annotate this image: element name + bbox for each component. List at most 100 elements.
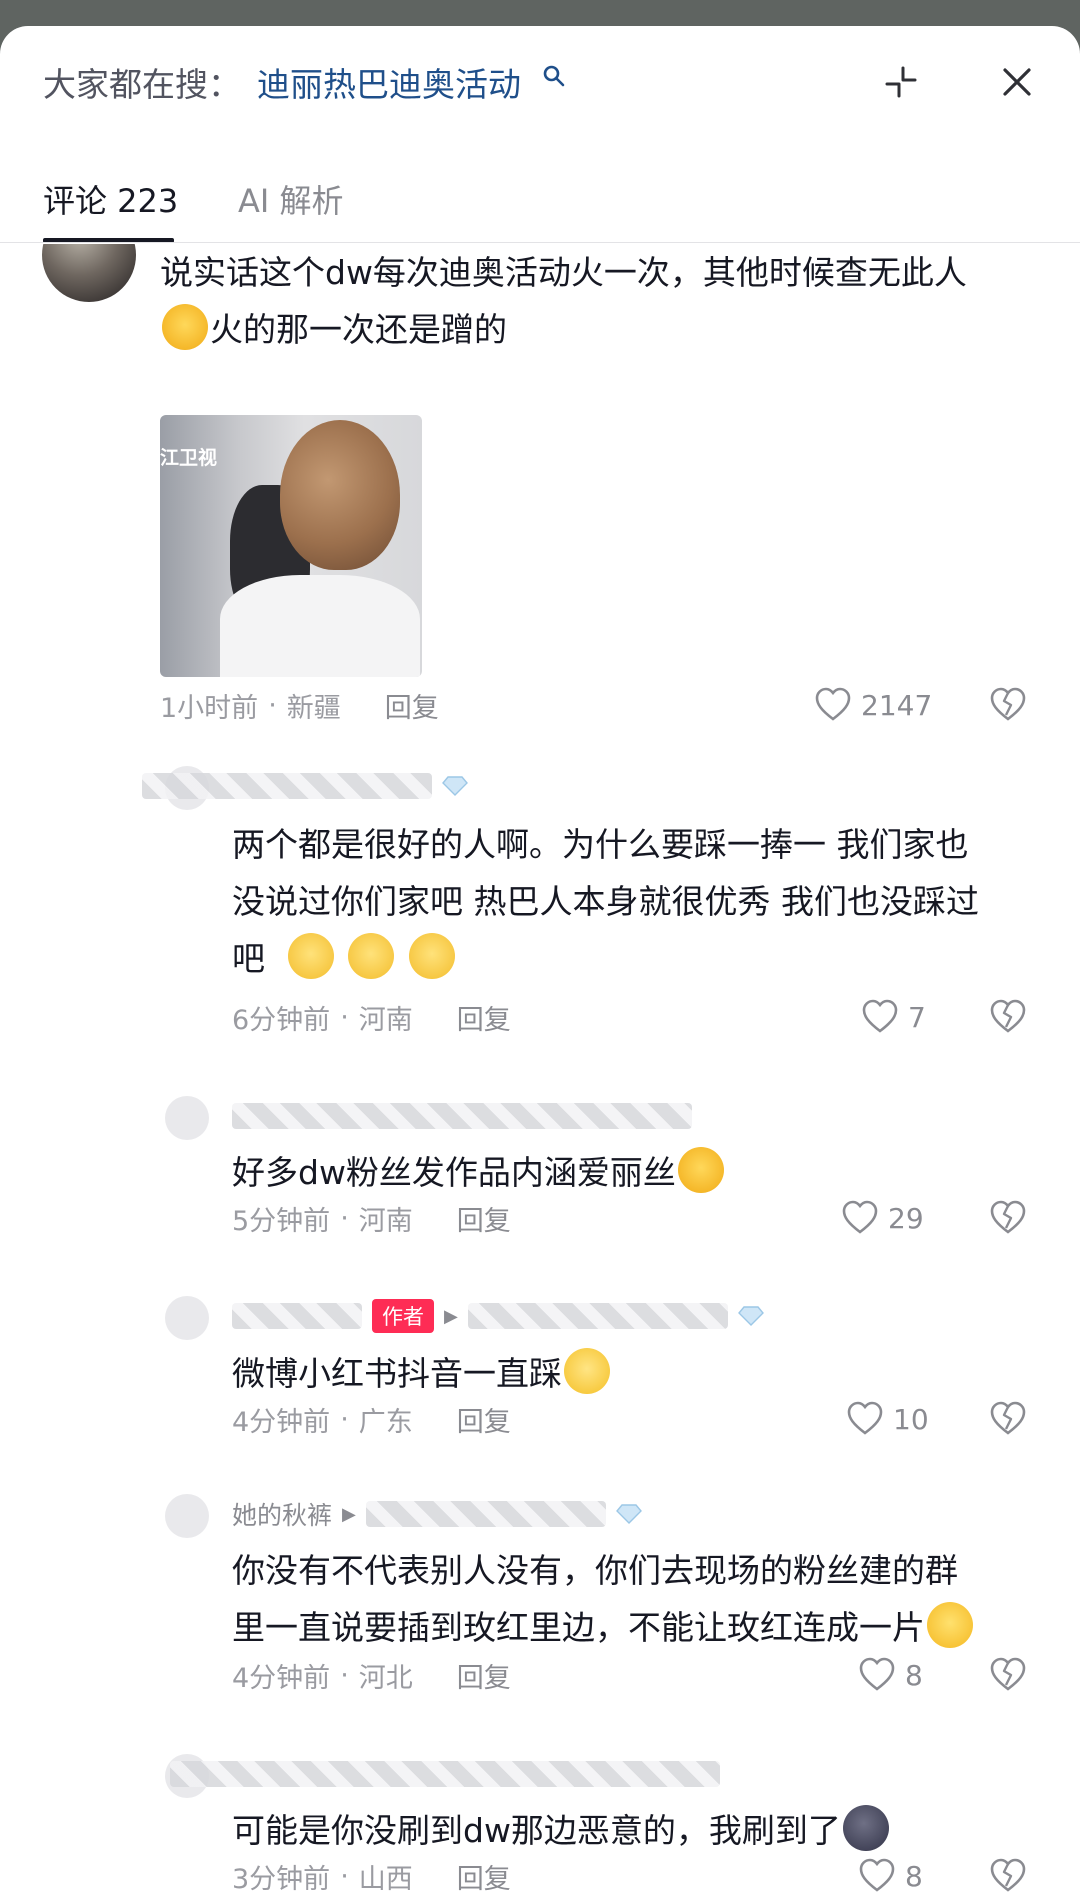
reply-meta: 3分钟前 · 山西 回复 [232, 1857, 511, 1895]
reply-author-row [170, 1757, 720, 1791]
shy-emoji-icon [287, 933, 334, 979]
reply-text: 可能是你没刷到dw那边恶意的，我刷到了 [232, 1802, 891, 1859]
reply-text-line: 微博小红书抖音一直踩 [232, 1354, 562, 1393]
like-button[interactable]: 10 [845, 1399, 929, 1439]
reply-location: 河南 [358, 1004, 413, 1036]
broken-heart-icon[interactable] [988, 1198, 1028, 1238]
image-watermark: 江卫视 [160, 447, 218, 469]
broken-heart-icon[interactable] [988, 1655, 1028, 1695]
reply-arrow-icon: ▶ [342, 1503, 356, 1525]
reply-author-row [142, 769, 468, 803]
like-button[interactable]: 8 [857, 1856, 923, 1895]
username-redacted[interactable] [467, 1303, 728, 1329]
laughing-emoji-icon [677, 1147, 724, 1193]
reply-text-line: 你没有不代表别人没有，你们去现场的粉丝建的群 [232, 1551, 958, 1590]
like-button[interactable]: 29 [840, 1198, 924, 1238]
reply-button[interactable]: 回复 [385, 686, 439, 725]
reply-button[interactable]: 回复 [457, 1400, 511, 1439]
meta-separator: · [340, 1001, 349, 1033]
shy-emoji-icon [408, 933, 455, 979]
comment-image[interactable]: 江卫视 [160, 415, 422, 677]
reply-time: 4分钟前 [232, 1406, 331, 1438]
reply-location: 山西 [358, 1863, 413, 1895]
like-button[interactable]: 7 [860, 997, 926, 1037]
laughing-emoji-icon [162, 304, 208, 350]
heart-icon [859, 1858, 895, 1892]
reply-meta: 6分钟前 · 河南 回复 [232, 998, 511, 1037]
reply-text: 好多dw粉丝发作品内涵爱丽丝 [232, 1144, 726, 1201]
username-redacted[interactable] [232, 1303, 362, 1329]
reply-location: 广东 [358, 1406, 413, 1438]
reply-text-line: 两个都是很好的人啊。为什么要踩一捧一 我们家也 [232, 825, 969, 864]
reply-time: 5分钟前 [232, 1205, 331, 1237]
reply-author-name[interactable]: 她的秋裤 [232, 1496, 332, 1532]
reply-author-row: 她的秋裤 ▶ [232, 1497, 642, 1531]
reply-arrow-icon: ▶ [444, 1305, 458, 1327]
new-moon-emoji-icon [842, 1805, 889, 1851]
close-icon[interactable] [999, 64, 1035, 100]
heart-icon [862, 999, 898, 1033]
heart-icon [815, 687, 851, 721]
like-count: 8 [905, 1859, 923, 1893]
search-prefix-label: 大家都在搜： [43, 65, 241, 104]
avatar[interactable] [165, 1296, 209, 1340]
username-redacted[interactable] [170, 1761, 720, 1787]
broken-heart-icon[interactable] [988, 1856, 1028, 1895]
like-button[interactable]: 8 [857, 1655, 923, 1695]
search-suggestion-link[interactable]: 迪丽热巴迪奥活动 [257, 58, 521, 106]
reply-author-row: 作者 ▶ [232, 1299, 764, 1333]
reply-meta: 4分钟前 · 广东 回复 [232, 1400, 511, 1439]
reply-text-line: 没说过你们家吧 热巴人本身就很优秀 我们也没踩过 [232, 882, 979, 921]
heart-icon [842, 1200, 878, 1234]
like-count: 8 [905, 1658, 923, 1692]
reply-button[interactable]: 回复 [457, 1656, 511, 1695]
like-count: 7 [908, 1000, 926, 1034]
heart-icon [859, 1657, 895, 1691]
username-redacted[interactable] [232, 1103, 692, 1129]
meta-separator: · [268, 689, 277, 721]
reply-meta: 4分钟前 · 河北 回复 [232, 1656, 511, 1695]
like-count: 29 [888, 1201, 924, 1235]
comment-text-line: 火的那一次还是蹭的 [210, 310, 507, 349]
broken-heart-icon[interactable] [988, 997, 1028, 1037]
reply-author-row [232, 1099, 692, 1133]
image-figure [280, 420, 400, 570]
header-bar: 大家都在搜： 迪丽热巴迪奥活动 [0, 26, 1080, 136]
heart-icon [847, 1401, 883, 1435]
tab-bar: 评论 223 AI 解析 [0, 166, 1080, 244]
like-button[interactable]: 2147 [813, 685, 932, 725]
reply-text: 你没有不代表别人没有，你们去现场的粉丝建的群 里一直说要插到玫红里边，不能让玫红… [232, 1542, 975, 1656]
reply-text-line: 可能是你没刷到dw那边恶意的，我刷到了 [232, 1811, 841, 1850]
tab-comments[interactable]: 评论 223 [43, 176, 178, 222]
comment-location: 新疆 [286, 692, 341, 724]
search-icon[interactable] [542, 64, 566, 88]
meta-separator: · [340, 1860, 349, 1892]
username-redacted[interactable] [142, 773, 432, 799]
comment-text-line: 说实话这个dw每次迪奥活动火一次，其他时候查无此人 [160, 253, 967, 292]
reply-text-line: 里一直说要插到玫红里边，不能让玫红连成一片 [232, 1608, 925, 1647]
diamond-icon [737, 1306, 764, 1326]
meta-separator: · [340, 1403, 349, 1435]
avatar[interactable] [165, 1494, 209, 1538]
reply-button[interactable]: 回复 [457, 1857, 511, 1895]
reply-button[interactable]: 回复 [457, 1199, 511, 1238]
image-figure [220, 575, 420, 677]
comment-text: 说实话这个dw每次迪奥活动火一次，其他时候查无此人 火的那一次还是蹭的 [160, 244, 967, 358]
avatar[interactable] [42, 244, 136, 302]
collapse-icon[interactable] [883, 64, 919, 100]
tab-ai-analysis[interactable]: AI 解析 [238, 176, 344, 222]
comment-list[interactable]: 说实话这个dw每次迪奥活动火一次，其他时候查无此人 火的那一次还是蹭的 江卫视 … [0, 244, 1080, 1895]
avatar[interactable] [165, 1096, 209, 1140]
meta-separator: · [340, 1202, 349, 1234]
username-redacted[interactable] [365, 1501, 606, 1527]
broken-heart-icon[interactable] [988, 1399, 1028, 1439]
reply-button[interactable]: 回复 [457, 998, 511, 1037]
reply-meta: 5分钟前 · 河南 回复 [232, 1199, 511, 1238]
reply-location: 河南 [358, 1205, 413, 1237]
broken-heart-icon[interactable] [988, 685, 1028, 725]
reply-text-line: 吧 [232, 939, 265, 978]
reply-text: 微博小红书抖音一直踩 [232, 1345, 612, 1402]
reply-location: 河北 [358, 1662, 413, 1694]
author-badge: 作者 [372, 1299, 434, 1333]
like-count: 2147 [861, 688, 933, 722]
